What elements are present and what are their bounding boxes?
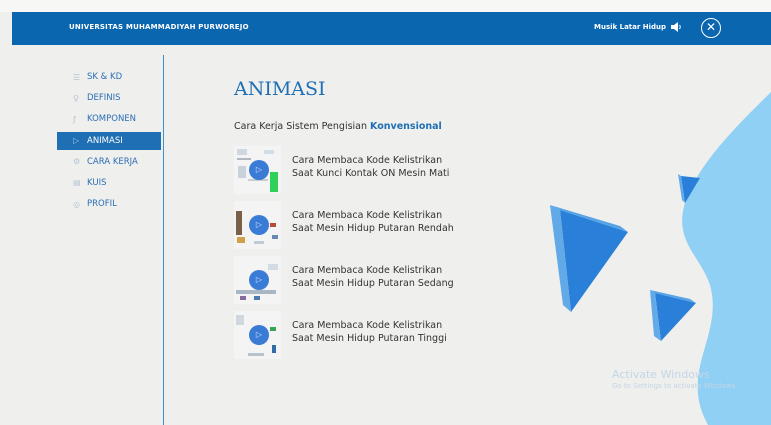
- sidebar-item-sk-kd[interactable]: ☰ SK & KD: [57, 68, 161, 86]
- animation-item-3[interactable]: ▷ Cara Membaca Kode Kelistrikan Saat Mesi…: [234, 256, 494, 308]
- university-name: UNIVERSITAS MUHAMMADIYAH PURWOREJO: [69, 23, 249, 31]
- quiz-icon: ▤: [73, 178, 81, 188]
- sidebar-item-label: PROFIL: [87, 199, 117, 210]
- animation-line-2: Saat Mesin Hidup Putaran Rendah: [292, 223, 454, 234]
- animation-item-4[interactable]: ▷ Cara Membaca Kode Kelistrikan Saat Mesi…: [234, 311, 494, 363]
- animation-line-1: Cara Membaca Kode Kelistrikan: [292, 210, 443, 221]
- sidebar-item-definis[interactable]: ♀ DEFINIS: [57, 89, 161, 107]
- sidebar-item-label: KUIS: [87, 177, 107, 188]
- sidebar-item-label: ANIMASI: [87, 135, 123, 146]
- play-icon: ▷: [249, 325, 269, 345]
- tool-icon: ƒ: [73, 114, 76, 124]
- document-icon: ☰: [73, 72, 81, 82]
- subtitle-prefix: Cara Kerja Sistem Pengisian: [234, 121, 368, 132]
- sidebar-item-label: SK & KD: [87, 72, 123, 82]
- sidebar-item-kuis[interactable]: ▤ KUIS: [57, 174, 161, 192]
- animation-thumbnail: ▷: [234, 256, 281, 304]
- animation-line-2: Saat Kunci Kontak ON Mesin Mati: [292, 168, 450, 179]
- header-bar: UNIVERSITAS MUHAMMADIYAH PURWOREJO Musik…: [12, 12, 771, 45]
- sidebar-divider: [163, 55, 164, 425]
- animation-line-1: Cara Membaca Kode Kelistrikan: [292, 265, 443, 276]
- close-icon[interactable]: ✕: [701, 18, 721, 38]
- activate-windows-subtitle: Go to Settings to activate Windows.: [612, 382, 738, 390]
- animation-thumbnail: ▷: [234, 201, 281, 249]
- animation-thumbnail: ▷: [234, 146, 281, 194]
- profile-icon: ◎: [73, 199, 80, 209]
- animation-line-2: Saat Mesin Hidup Putaran Sedang: [292, 278, 454, 289]
- bulb-icon: ♀: [73, 93, 79, 103]
- animation-item-2[interactable]: ▷ Cara Membaca Kode Kelistrikan Saat Mesi…: [234, 201, 494, 253]
- animation-item-1[interactable]: ▷ Cara Membaca Kode Kelistrikan Saat Kunc…: [234, 146, 494, 198]
- page-title: ANIMASI: [234, 78, 326, 100]
- animation-label: Cara Membaca Kode Kelistrikan Saat Kunci …: [292, 154, 449, 180]
- sidebar-item-komponen[interactable]: ƒ KOMPONEN: [57, 110, 161, 128]
- play-icon: ▷: [73, 136, 80, 146]
- sidebar-item-cara-kerja[interactable]: ⚙ CARA KERJA: [57, 153, 161, 171]
- gear-icon: ⚙: [73, 157, 81, 167]
- animation-line-1: Cara Membaca Kode Kelistrikan: [292, 155, 443, 166]
- animation-line-1: Cara Membaca Kode Kelistrikan: [292, 320, 443, 331]
- sidebar-nav: ☰ SK & KD ♀ DEFINIS ƒ KOMPONEN ▷ ANIMASI ⚙ CA…: [57, 68, 161, 216]
- music-toggle-label[interactable]: Musik Latar Hidup: [594, 23, 666, 31]
- subtitle-highlight: Konvensional: [370, 121, 442, 132]
- sidebar-item-label: DEFINIS: [87, 93, 121, 104]
- animation-label: Cara Membaca Kode Kelistrikan Saat Mesin …: [292, 209, 454, 235]
- speaker-icon[interactable]: [670, 21, 682, 33]
- play-icon: ▷: [249, 215, 269, 235]
- animation-label: Cara Membaca Kode Kelistrikan Saat Mesin …: [292, 264, 454, 290]
- sidebar-item-animasi[interactable]: ▷ ANIMASI: [57, 131, 161, 150]
- page-subtitle: Cara Kerja Sistem Pengisian Konvensional: [234, 121, 442, 132]
- play-icon: ▷: [249, 160, 269, 180]
- activate-windows-title: Activate Windows: [612, 368, 710, 381]
- play-icon: ▷: [249, 270, 269, 290]
- sidebar-item-label: CARA KERJA: [87, 156, 138, 167]
- animation-line-2: Saat Mesin Hidup Putaran Tinggi: [292, 333, 447, 344]
- sidebar-item-label: KOMPONEN: [87, 114, 137, 125]
- animation-label: Cara Membaca Kode Kelistrikan Saat Mesin …: [292, 319, 447, 345]
- animation-thumbnail: ▷: [234, 311, 281, 359]
- sidebar-item-profil[interactable]: ◎ PROFIL: [57, 195, 161, 213]
